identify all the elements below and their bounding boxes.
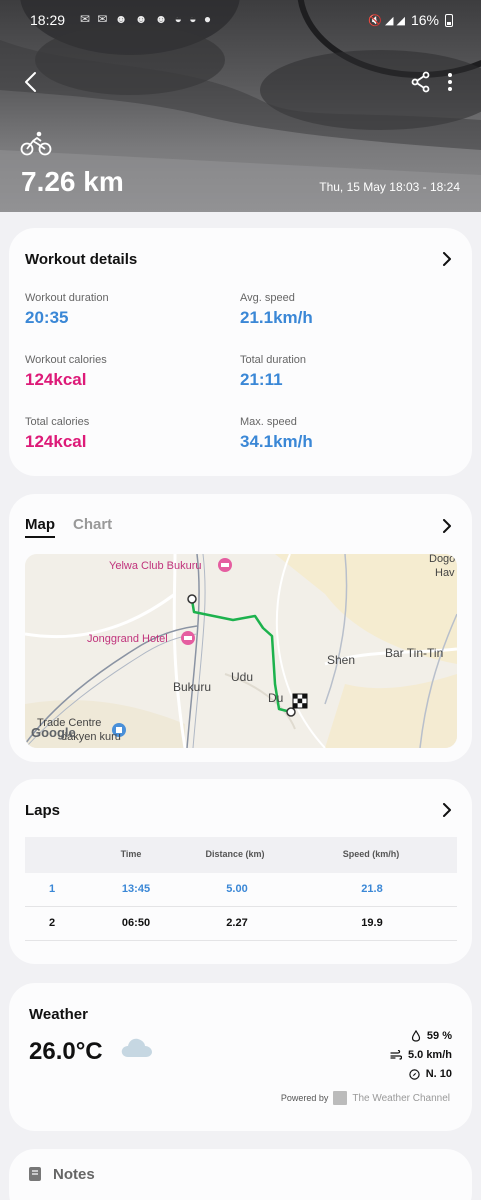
stat-label: Workout calories [25,354,107,366]
notes-title: Notes [53,1166,95,1183]
map-label-shen: Shen [327,653,356,667]
workout-calories-value: 124kcal [25,370,87,389]
total-duration-value: 21:11 [240,370,283,389]
workout-header: 18:29 ✉ ✉ ☻ ☻ ☻ ◒ ◒ ● 🔇 ◢ ◢ 16% 7.26 km … [0,0,481,212]
tab-map[interactable]: Map [25,516,55,538]
notification-icons: ✉ ✉ ☻ ☻ ☻ ◒ ◒ ● [80,12,214,26]
chevron-right-icon[interactable] [440,803,454,817]
lap-number: 2 [48,917,56,929]
tab-chart[interactable]: Chart [73,516,112,533]
lap-speed: 21.8 [361,883,383,895]
route-map[interactable]: Yelwa Club Bukuru Jonggrand Hotel Dogo H… [25,554,457,748]
stat-label: Max. speed [240,416,297,428]
weather-channel-logo-icon [333,1091,348,1105]
lap-number: 1 [48,883,56,895]
stat-label: Workout duration [25,292,109,304]
chevron-right-icon[interactable] [440,519,454,533]
weather-card: Weather 26.0°C 59 % 5.0 km/h N. 10 Power… [9,983,472,1131]
weather-attribution: Powered by The Weather Channel [281,1091,450,1105]
map-label-bar-tin-tin: Bar Tin-Tin [385,646,444,660]
map-label-udu: Udu [231,670,254,684]
lap-time: 06:50 [121,917,151,929]
map-card: Map Chart Yelwa Club Bukuru Jonggrand Ho… [9,494,472,762]
signal-icons: 🔇 ◢ ◢ [368,14,405,27]
lap-time: 13:45 [121,883,151,895]
total-calories-value: 124kcal [25,432,87,451]
droplet-icon [411,1030,421,1042]
distance-value: 7.26 km [21,166,124,197]
notes-icon [29,1167,41,1181]
wind-icon [390,1050,402,1060]
avg-speed-value: 21.1km/h [240,308,313,327]
max-speed-value: 34.1km/h [240,432,313,451]
google-logo: Google [31,725,76,740]
share-icon[interactable] [409,70,433,94]
notes-card[interactable]: Notes [9,1149,472,1200]
workout-date-range: Thu, 15 May 18:03 - 18:24 [319,180,460,194]
powered-by-label: Powered by [280,1093,329,1103]
lap-distance: 5.00 [226,883,248,895]
col-header-distance: Distance (km) [205,849,265,859]
humidity-value: 59 % [426,1030,452,1042]
laps-title: Laps [25,802,61,819]
battery-level: 16% [410,12,439,28]
stat-label: Avg. speed [240,292,295,304]
laps-card[interactable]: Laps Time Distance (km) Speed (km/h) 1 1… [9,779,472,964]
map-label-du: Du [268,691,284,705]
workout-duration-value: 20:35 [25,308,69,327]
chevron-right-icon[interactable] [440,252,454,266]
map-label-yelwa: Yelwa Club Bukuru [109,560,202,572]
lap-speed: 19.9 [361,917,383,929]
status-bar: 18:29 ✉ ✉ ☻ ☻ ☻ ◒ ◒ ● 🔇 ◢ ◢ 16% [0,8,481,32]
status-right: 🔇 ◢ ◢ 16% [368,12,453,28]
workout-details-card[interactable]: Workout details Workout duration 20:35 A… [9,228,472,476]
weather-title: Weather [29,1006,88,1023]
humidity-row: 59 % [411,1030,452,1042]
cloud-icon [121,1038,152,1057]
stat-label: Total calories [25,416,90,428]
wind-value: 5.0 km/h [407,1049,452,1061]
laps-table-header: Time Distance (km) Speed (km/h) [25,837,457,873]
more-options-icon[interactable] [440,70,460,94]
map-label-dogo: Dogo [429,554,456,565]
bike-icon [20,131,52,156]
temperature-value: 26.0°C [29,1038,103,1065]
workout-details-title: Workout details [25,251,138,268]
battery-icon [445,13,453,27]
back-icon[interactable] [18,68,46,96]
laps-table: Time Distance (km) Speed (km/h) 1 13:45 … [25,837,457,941]
wind-row: 5.0 km/h [390,1049,452,1061]
col-header-speed: Speed (km/h) [342,849,400,859]
map-label-bukuru: Bukuru [173,680,212,694]
weather-provider: The Weather Channel [352,1092,450,1104]
stat-label: Total duration [240,354,307,366]
col-header-time: Time [120,849,142,859]
compass-icon [409,1068,420,1080]
direction-row: N. 10 [409,1068,452,1080]
map-label-hav: Hav [435,567,455,579]
status-time: 18:29 [30,12,66,28]
table-row: 2 06:50 2.27 19.9 [25,907,457,941]
map-label-jonggrand: Jonggrand Hotel [87,633,168,645]
lap-distance: 2.27 [226,917,248,929]
table-row: 1 13:45 5.00 21.8 [25,873,457,907]
direction-value: N. 10 [425,1068,452,1080]
